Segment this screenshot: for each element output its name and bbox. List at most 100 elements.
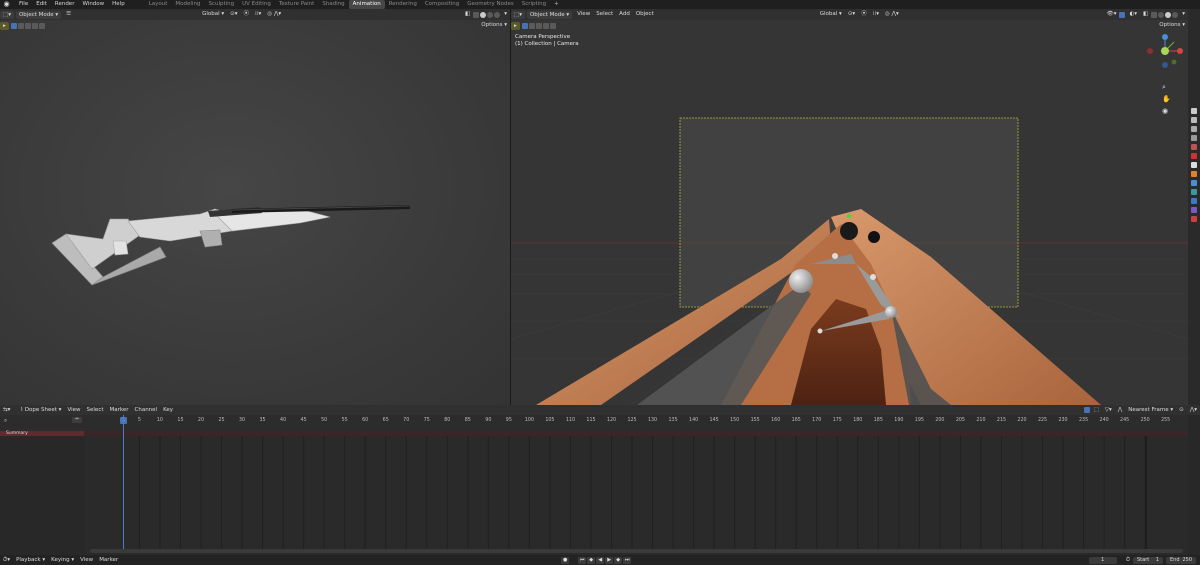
render-tab-icon[interactable]: [1191, 117, 1197, 123]
tab-rendering[interactable]: Rendering: [385, 0, 421, 9]
data-tab-icon[interactable]: [1191, 216, 1197, 222]
gizmo-neg-z-axis: [1162, 62, 1168, 68]
jump-key-forward-icon[interactable]: ◆: [614, 556, 623, 564]
end-label: End: [1170, 556, 1180, 563]
menu-window[interactable]: Window: [78, 0, 108, 9]
dope-menu-select[interactable]: Select: [84, 406, 107, 415]
dope-menu-view[interactable]: View: [64, 406, 83, 415]
timeline-editor-icon[interactable]: ⏱▾: [0, 556, 13, 565]
dope-sheet-editor[interactable]: ⇆▾ ⌇ Dope Sheet ▾ View Select Marker Cha…: [0, 405, 1200, 555]
search-icon[interactable]: ⌕: [4, 418, 7, 425]
dope-menu-channel[interactable]: Channel: [132, 406, 161, 415]
playhead-line[interactable]: [123, 415, 124, 549]
end-frame-field[interactable]: End 250: [1166, 556, 1196, 564]
collection-tab-icon[interactable]: [1191, 162, 1197, 168]
joint-top: [840, 222, 858, 240]
tab-sculpting[interactable]: Sculpting: [204, 0, 238, 9]
ruler-tick-label: 210: [976, 418, 986, 423]
ruler-tick-label: 110: [565, 418, 576, 423]
keying-menu[interactable]: Keying ▾: [48, 556, 77, 565]
snap-mode-dropdown[interactable]: Nearest Frame ▾: [1125, 406, 1176, 415]
jump-start-icon[interactable]: ⏮: [578, 556, 587, 564]
constraints-tab-icon[interactable]: [1191, 207, 1197, 213]
ruler-tick-label: 50: [321, 418, 328, 423]
ruler-tick-label: 240: [1099, 418, 1109, 423]
world-tab-icon[interactable]: [1191, 153, 1197, 159]
tab-shading[interactable]: Shading: [318, 0, 348, 9]
menu-edit[interactable]: Edit: [32, 0, 51, 9]
tab-modeling[interactable]: Modeling: [171, 0, 204, 9]
output-tab-icon[interactable]: [1191, 126, 1197, 132]
play-icon[interactable]: ▶: [605, 556, 614, 564]
menu-render[interactable]: Render: [51, 0, 79, 9]
ruler-tick-label: 15: [177, 418, 184, 423]
ruler-tick-label: 160: [771, 418, 781, 423]
navigation-gizmo[interactable]: ⌕ ✋ ◉: [1138, 31, 1184, 119]
current-frame-field[interactable]: 1: [1088, 556, 1117, 564]
frame-ruler[interactable]: ⌕ ⇔ 5 10 15 20 25 30 35 40 45 50 55 60 65 70 75 80 85 90 9…: [0, 415, 1200, 431]
ruler-tick-label: 230: [1058, 418, 1068, 423]
auto-keying-dropdown[interactable]: ⋀▾: [1187, 406, 1200, 415]
ruler-tick-label: 100: [524, 418, 534, 423]
dope-mode-dropdown[interactable]: ⌇ Dope Sheet ▾: [17, 406, 64, 415]
joint-right: [870, 274, 876, 280]
preview-range-icon[interactable]: ⏱: [1123, 556, 1133, 565]
ruler-tick-label: 165: [791, 418, 801, 423]
left-3d-viewport[interactable]: ⬚▾ Object Mode ▾ ☰ Global ▾ ⊙▾ ⦿ ⁞⁞▾ ◎ ⋀…: [0, 9, 510, 405]
summary-channel[interactable]: Summary: [0, 431, 84, 436]
ruler-tick-label: 35: [259, 418, 266, 423]
properties-tab-strip: [1188, 9, 1200, 405]
dope-menu-key[interactable]: Key: [160, 406, 176, 415]
ruler-tick-label: 235: [1078, 418, 1089, 423]
tab-uv-editing[interactable]: UV Editing: [238, 0, 275, 9]
start-label: Start: [1137, 556, 1150, 563]
ruler-tick-label: 80: [444, 418, 451, 423]
jump-end-icon[interactable]: ⏭: [623, 556, 632, 564]
tab-scripting[interactable]: Scripting: [518, 0, 550, 9]
proportional-icon[interactable]: ⊙: [1176, 406, 1187, 415]
rifle-model[interactable]: [0, 9, 510, 405]
dope-mode-label: Dope Sheet: [24, 406, 57, 413]
active-bone-marker: [847, 214, 851, 218]
ruler-tick-label: 90: [485, 418, 492, 423]
particles-tab-icon[interactable]: [1191, 189, 1197, 195]
camera-scene[interactable]: [511, 9, 1188, 405]
tab-animation[interactable]: Animation: [348, 0, 385, 9]
play-reverse-icon[interactable]: ◀: [596, 556, 605, 564]
tab-texture-paint[interactable]: Texture Paint: [275, 0, 319, 9]
menu-help[interactable]: Help: [108, 0, 129, 9]
tab-geometry-nodes[interactable]: Geometry Nodes: [463, 0, 517, 9]
horizontal-scrollbar[interactable]: [90, 549, 1183, 553]
ruler-tick-label: 140: [689, 418, 699, 423]
channel-toggle-icon[interactable]: ⇔: [72, 417, 82, 423]
end-value: 250: [1182, 556, 1192, 563]
view-layer-tab-icon[interactable]: [1191, 135, 1197, 141]
menu-file[interactable]: File: [15, 0, 32, 9]
physics-tab-icon[interactable]: [1191, 198, 1197, 204]
editor-type-button-dope[interactable]: ⇆▾: [0, 406, 13, 415]
tool-tab-icon[interactable]: [1191, 108, 1197, 114]
dope-menu-marker[interactable]: Marker: [106, 406, 131, 415]
playback-menu[interactable]: Playback ▾: [13, 556, 48, 565]
snap-toggle-icon[interactable]: ⋀: [1115, 406, 1126, 415]
start-frame-field[interactable]: Start 1: [1133, 556, 1163, 564]
object-tab-icon[interactable]: [1191, 171, 1197, 177]
scene-tab-icon[interactable]: [1191, 144, 1197, 150]
filter-icon[interactable]: ▽▾: [1102, 406, 1115, 415]
tab-compositing[interactable]: Compositing: [421, 0, 463, 9]
only-selected-icon[interactable]: [1083, 407, 1090, 413]
tab-layout[interactable]: Layout: [145, 0, 172, 9]
view-menu[interactable]: View: [77, 556, 96, 565]
modifier-tab-icon[interactable]: [1191, 180, 1197, 186]
marker-menu[interactable]: Marker: [96, 556, 121, 565]
ruler-tick-label: 55: [341, 418, 348, 423]
add-workspace-button[interactable]: +: [550, 0, 563, 9]
right-3d-viewport[interactable]: ⬚▾ Object Mode ▾ View Select Add Object …: [511, 9, 1188, 405]
keyframe-area[interactable]: [85, 436, 1147, 549]
jump-key-back-icon[interactable]: ◆: [587, 556, 596, 564]
ruler-tick-label: 180: [853, 418, 863, 423]
record-icon[interactable]: ●: [561, 556, 570, 564]
blender-logo-icon[interactable]: ◉: [2, 0, 11, 9]
ruler-tick-label: 120: [606, 418, 617, 423]
show-hidden-icon[interactable]: ⬚: [1091, 406, 1102, 415]
